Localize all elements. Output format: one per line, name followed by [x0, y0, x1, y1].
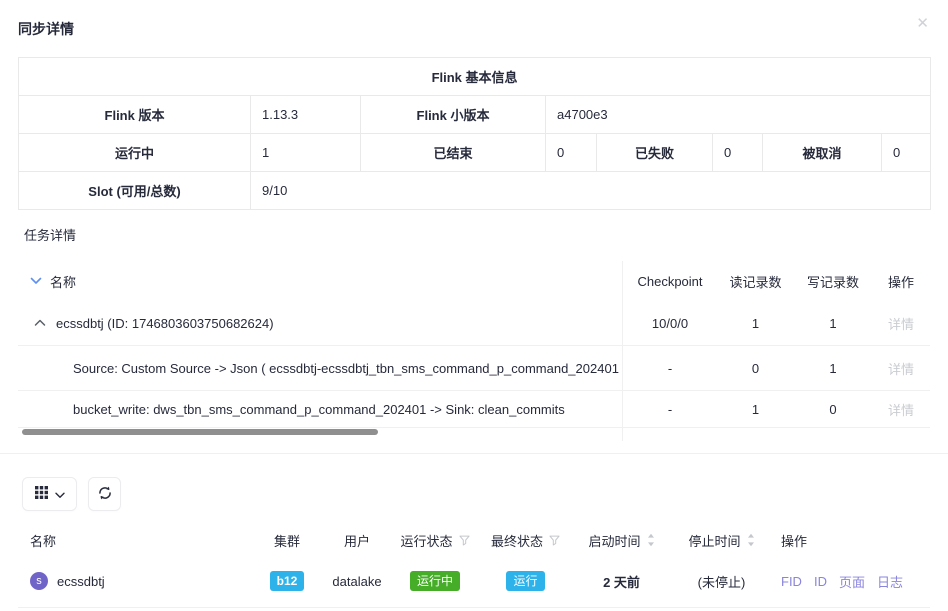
log-link[interactable]: 日志 [877, 572, 903, 591]
read-count-value: 0 [717, 361, 794, 376]
write-count-value: 1 [794, 316, 872, 331]
filter-icon[interactable] [549, 535, 560, 546]
table-toolbar [22, 477, 948, 511]
table-row: Source: Custom Source -> Json ( ecssdbtj… [18, 346, 930, 391]
subtask-name: bucket_write: dws_tbn_sms_command_p_comm… [73, 402, 565, 417]
column-action: 操作 [872, 272, 930, 291]
detail-link[interactable]: 详情 [888, 317, 914, 332]
running-value: 1 [251, 134, 361, 172]
read-count-value: 1 [717, 402, 794, 417]
subtask-name: Source: Custom Source -> Json ( ecssdbtj… [73, 361, 623, 376]
canceled-value: 0 [882, 134, 931, 172]
section-divider [0, 453, 948, 454]
filter-icon[interactable] [459, 535, 470, 546]
task-detail-section-title: 任务详情 [24, 225, 948, 244]
canceled-label: 被取消 [763, 134, 882, 172]
job-name: ecssdbtj [57, 574, 105, 589]
horizontal-scrollbar [18, 428, 930, 441]
sorter-icon[interactable] [747, 533, 755, 547]
finished-label: 已结束 [361, 134, 546, 172]
column-checkpoint: Checkpoint [623, 274, 717, 289]
column-name: 名称 [50, 272, 76, 291]
refresh-icon [98, 486, 112, 503]
column-label: 运行状态 [400, 531, 452, 550]
job-name: ecssdbtj (ID: 1746803603750682624) [56, 316, 274, 331]
modal-header: 同步详情 ✕ [0, 0, 948, 57]
page-link[interactable]: 页面 [839, 572, 865, 591]
sorter-icon[interactable] [647, 533, 655, 547]
close-icon[interactable]: ✕ [916, 16, 929, 31]
flink-info-title: Flink 基本信息 [19, 58, 931, 96]
scrollbar-thumb[interactable] [22, 429, 378, 435]
flink-version-value: 1.13.3 [251, 96, 361, 134]
column-action: 操作 [773, 531, 930, 550]
task-detail-table: 名称 Checkpoint 读记录数 写记录数 操作 ecssdbtj (ID:… [18, 261, 930, 441]
column-start-time: 启动时间 [573, 531, 670, 550]
chevron-down-icon [55, 487, 65, 502]
task-table-header: 名称 Checkpoint 读记录数 写记录数 操作 [18, 261, 930, 301]
column-name: 名称 [18, 531, 252, 550]
start-time: 2 天前 [573, 572, 670, 591]
failed-value: 0 [713, 134, 763, 172]
grid-icon [35, 486, 48, 502]
flink-minor-version-value: a4700e3 [546, 96, 931, 134]
run-status-badge: 运行中 [410, 571, 460, 591]
detail-link[interactable]: 详情 [888, 403, 914, 418]
column-write-count: 写记录数 [794, 272, 872, 291]
jobs-table-header: 名称 集群 用户 运行状态 最终状态 启动时间 停止时间 操作 [18, 525, 930, 555]
slot-value: 9/10 [251, 172, 931, 210]
finished-value: 0 [546, 134, 597, 172]
column-label: 启动时间 [588, 531, 640, 550]
checkpoint-value: - [623, 402, 717, 417]
modal-title: 同步详情 [18, 21, 74, 37]
flink-minor-version-label: Flink 小版本 [361, 96, 546, 134]
running-label: 运行中 [19, 134, 251, 172]
table-row: bucket_write: dws_tbn_sms_command_p_comm… [18, 391, 930, 428]
chevron-down-icon[interactable] [30, 277, 42, 285]
checkpoint-value: - [623, 361, 717, 376]
table-row: ecssdbtj (ID: 1746803603750682624) 10/0/… [18, 301, 930, 346]
chevron-up-icon[interactable] [34, 319, 46, 327]
flink-version-label: Flink 版本 [19, 96, 251, 134]
column-label: 停止时间 [688, 531, 740, 550]
id-link[interactable]: ID [814, 574, 827, 589]
refresh-button[interactable] [88, 477, 121, 511]
table-row: s ecssdbtj b12 datalake 运行中 运行 2 天前 (未停止… [18, 555, 930, 608]
flink-info-table: Flink 基本信息 Flink 版本 1.13.3 Flink 小版本 a47… [18, 57, 931, 210]
write-count-value: 0 [794, 402, 872, 417]
cluster-badge: b12 [270, 571, 305, 591]
column-final-status: 最终状态 [478, 531, 573, 550]
fid-link[interactable]: FID [781, 574, 802, 589]
column-cluster: 集群 [252, 531, 322, 550]
column-stop-time: 停止时间 [670, 531, 773, 550]
detail-link[interactable]: 详情 [888, 362, 914, 377]
column-run-status: 运行状态 [392, 531, 478, 550]
final-status-badge: 运行 [506, 571, 544, 591]
write-count-value: 1 [794, 361, 872, 376]
jobs-table: 名称 集群 用户 运行状态 最终状态 启动时间 停止时间 操作 [18, 525, 930, 608]
slot-label: Slot (可用/总数) [19, 172, 251, 210]
stop-time: (未停止) [670, 572, 773, 591]
failed-label: 已失败 [597, 134, 713, 172]
read-count-value: 1 [717, 316, 794, 331]
checkpoint-value: 10/0/0 [623, 316, 717, 331]
view-selector-button[interactable] [22, 477, 77, 511]
column-label: 最终状态 [491, 531, 543, 550]
column-read-count: 读记录数 [717, 272, 794, 291]
avatar: s [30, 572, 48, 590]
column-user: 用户 [322, 531, 392, 550]
user-name: datalake [322, 574, 392, 589]
